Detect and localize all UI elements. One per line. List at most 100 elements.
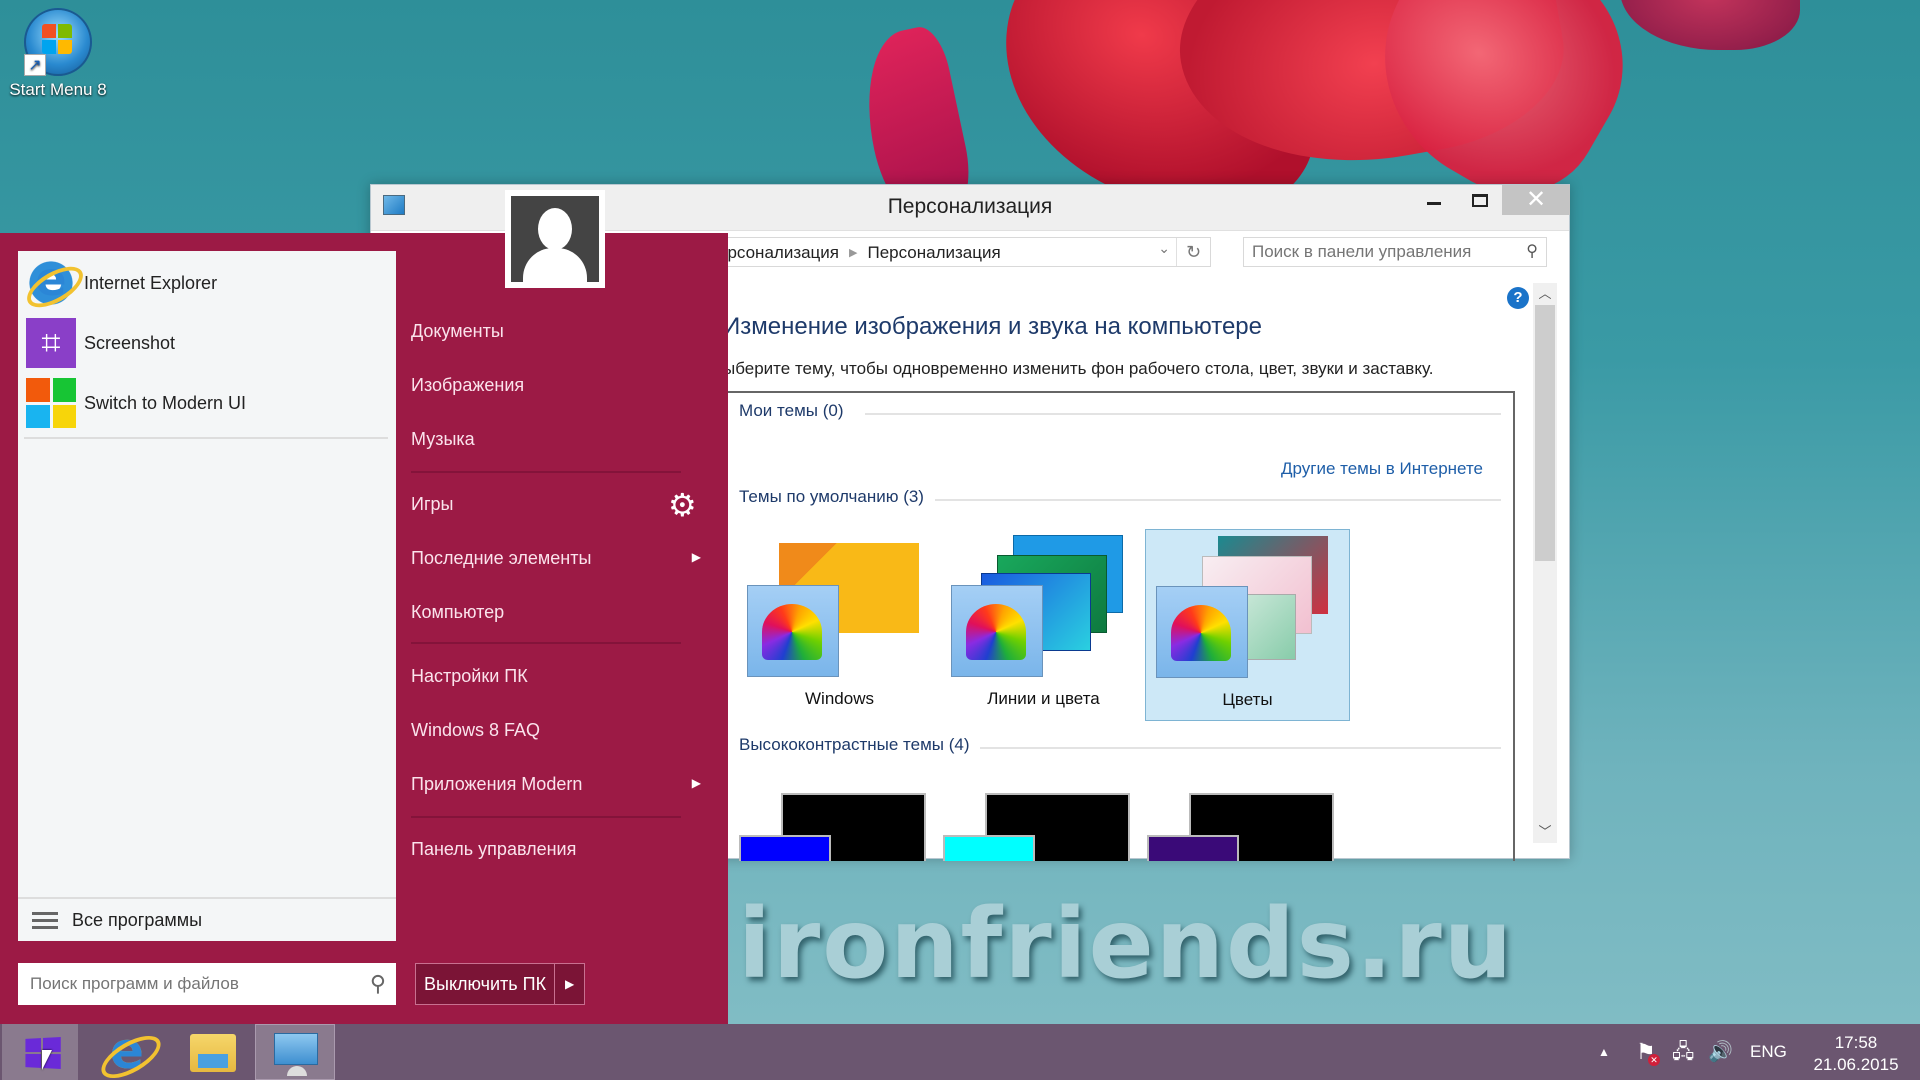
show-hidden-icons-chevron-up-icon[interactable]: ▲ — [1598, 1024, 1610, 1080]
clock[interactable]: 17:58 21.06.2015 — [1806, 1032, 1906, 1076]
desktop-icon-label: Start Menu 8 — [9, 80, 107, 99]
scroll-up-icon[interactable]: ︿ — [1533, 283, 1557, 305]
more-themes-link[interactable]: Другие темы в Интернете — [1281, 459, 1483, 479]
hc-accent — [1147, 835, 1239, 861]
search-icon: ⚲ — [1526, 243, 1538, 260]
user-avatar[interactable] — [505, 190, 605, 288]
shutdown-options-arrow-icon[interactable]: ▶ — [554, 964, 584, 1004]
crop-icon: ⌗ — [26, 318, 76, 368]
app-label: Switch to Modern UI — [84, 392, 247, 413]
breadcrumb-item[interactable]: ерсонализация — [718, 243, 839, 262]
all-programs-label: Все программы — [72, 909, 203, 930]
program-search[interactable]: ⚲ — [18, 963, 396, 1005]
submenu-arrow-icon: ▶ — [691, 776, 701, 790]
action-center-flag-icon[interactable]: ⚑ ✕ — [1636, 1024, 1660, 1080]
pinned-app-internet-explorer[interactable]: Internet Explorer — [26, 252, 386, 311]
address-bar[interactable]: ерсонализация ▶ Персонализация ⌄ ↻ — [711, 237, 1211, 267]
search-input[interactable] — [1244, 238, 1504, 266]
theme-label: Линии и цвета — [987, 689, 1100, 708]
color-palette-icon — [1156, 586, 1248, 678]
modern-ui-tiles-icon — [26, 378, 76, 428]
scrollbar-thumb[interactable] — [1535, 305, 1555, 561]
group-divider — [980, 747, 1501, 749]
input-language[interactable]: ENG — [1750, 1024, 1787, 1080]
menu-item-label: Настройки ПК — [411, 666, 528, 686]
taskbar-file-explorer-folder-icon[interactable] — [190, 1034, 236, 1072]
search-icon: ⚲ — [369, 971, 386, 996]
app-label: Screenshot — [84, 332, 176, 353]
submenu-arrow-icon: ▶ — [691, 550, 701, 564]
menu-item-windows-8-faq[interactable]: Windows 8 FAQ — [411, 720, 701, 741]
color-palette-icon — [951, 585, 1043, 677]
maximize-button[interactable] — [1457, 185, 1503, 215]
menu-item-label: Последние элементы — [411, 548, 592, 568]
refresh-button[interactable]: ↻ — [1176, 238, 1210, 266]
menu-item-music[interactable]: Музыка — [411, 429, 701, 450]
color-palette-icon — [747, 585, 839, 677]
vertical-scrollbar[interactable]: ︿ ﹀ — [1533, 283, 1557, 843]
wallpaper-petal — [1620, 0, 1800, 50]
user-silhouette-icon — [511, 196, 599, 282]
theme-label: Цветы — [1222, 690, 1273, 709]
hamburger-icon — [32, 908, 58, 933]
page-subheading: ыберите тему, чтобы одновременно изменит… — [723, 359, 1434, 378]
menu-item-control-panel[interactable]: Панель управления — [411, 839, 701, 860]
pinned-app-screenshot[interactable]: ⌗ Screenshot — [26, 315, 386, 371]
internet-explorer-icon: e — [110, 1022, 144, 1080]
menu-item-label: Документы — [411, 321, 504, 341]
menu-item-label: Музыка — [411, 429, 475, 449]
start-button[interactable] — [2, 1024, 78, 1080]
menu-item-pc-settings[interactable]: Настройки ПК — [411, 666, 701, 687]
close-button[interactable]: ✕ — [1502, 185, 1570, 215]
windows-orb-shortcut-icon: ↗ — [24, 8, 92, 76]
taskbar-control-panel[interactable] — [255, 1024, 335, 1080]
divider — [411, 471, 681, 473]
start-menu: Internet Explorer ⌗ Screenshot Switch to… — [0, 233, 728, 1024]
hc-accent — [943, 835, 1035, 861]
pinned-apps-panel: Internet Explorer ⌗ Screenshot Switch to… — [18, 251, 396, 941]
minimize-button[interactable] — [1411, 185, 1457, 215]
menu-item-label: Игры — [411, 494, 454, 514]
page-heading: Изменение изображения и звука на компьют… — [723, 313, 1263, 340]
menu-item-modern-apps[interactable]: Приложения Modern ▶ — [411, 774, 701, 795]
watermark: ironfriends.ru — [738, 888, 1515, 1000]
menu-item-label: Изображения — [411, 375, 525, 395]
theme-tile-windows[interactable]: Windows — [737, 529, 942, 721]
breadcrumb-separator-icon: ▶ — [849, 247, 858, 259]
shutdown-button[interactable]: Выключить ПК — [416, 964, 554, 1004]
hc-accent — [739, 835, 831, 861]
internet-explorer-icon — [26, 252, 76, 308]
group-divider — [865, 413, 1501, 415]
help-icon[interactable]: ? — [1507, 287, 1529, 309]
menu-item-recent-items[interactable]: Последние элементы ▶ — [411, 548, 701, 569]
menu-item-pictures[interactable]: Изображения — [411, 375, 701, 396]
network-icon[interactable]: 🖧 — [1672, 1024, 1694, 1080]
program-search-input[interactable] — [18, 963, 348, 1005]
menu-item-label: Компьютер — [411, 602, 505, 622]
desktop-icon-start-menu-8[interactable]: ↗ Start Menu 8 — [4, 6, 112, 100]
theme-tile-flowers[interactable]: Цветы — [1145, 529, 1350, 721]
divider — [24, 437, 388, 439]
clock-time: 17:58 — [1834, 1033, 1878, 1052]
minimize-icon — [1427, 202, 1441, 205]
scroll-down-icon[interactable]: ﹀ — [1533, 821, 1557, 843]
shutdown-button-group: Выключить ПК ▶ — [415, 963, 586, 1005]
chevron-down-icon[interactable]: ⌄ — [1158, 240, 1170, 257]
maximize-icon — [1472, 194, 1488, 207]
menu-item-computer[interactable]: Компьютер — [411, 602, 701, 623]
app-label: Internet Explorer — [84, 272, 218, 293]
group-high-contrast: Высококонтрастные темы (4) — [739, 735, 970, 754]
breadcrumb-item[interactable]: Персонализация — [867, 243, 1000, 262]
error-badge-icon: ✕ — [1648, 1054, 1660, 1066]
volume-icon[interactable]: 🔊 — [1708, 1024, 1733, 1080]
menu-item-games[interactable]: Игры — [411, 494, 701, 515]
taskbar-internet-explorer[interactable]: e — [102, 1022, 152, 1080]
close-icon: ✕ — [1525, 186, 1547, 213]
control-panel-search[interactable]: ⚲ — [1243, 237, 1547, 267]
group-my-themes: Мои темы (0) — [739, 401, 844, 420]
theme-list: Мои темы (0) Другие темы в Интернете Тем… — [723, 391, 1515, 861]
all-programs-button[interactable]: Все программы — [18, 897, 396, 941]
menu-item-documents[interactable]: Документы — [411, 321, 701, 342]
pinned-app-switch-to-modern-ui[interactable]: Switch to Modern UI — [26, 375, 386, 431]
theme-tile-lines-and-colors[interactable]: Линии и цвета — [941, 529, 1146, 721]
